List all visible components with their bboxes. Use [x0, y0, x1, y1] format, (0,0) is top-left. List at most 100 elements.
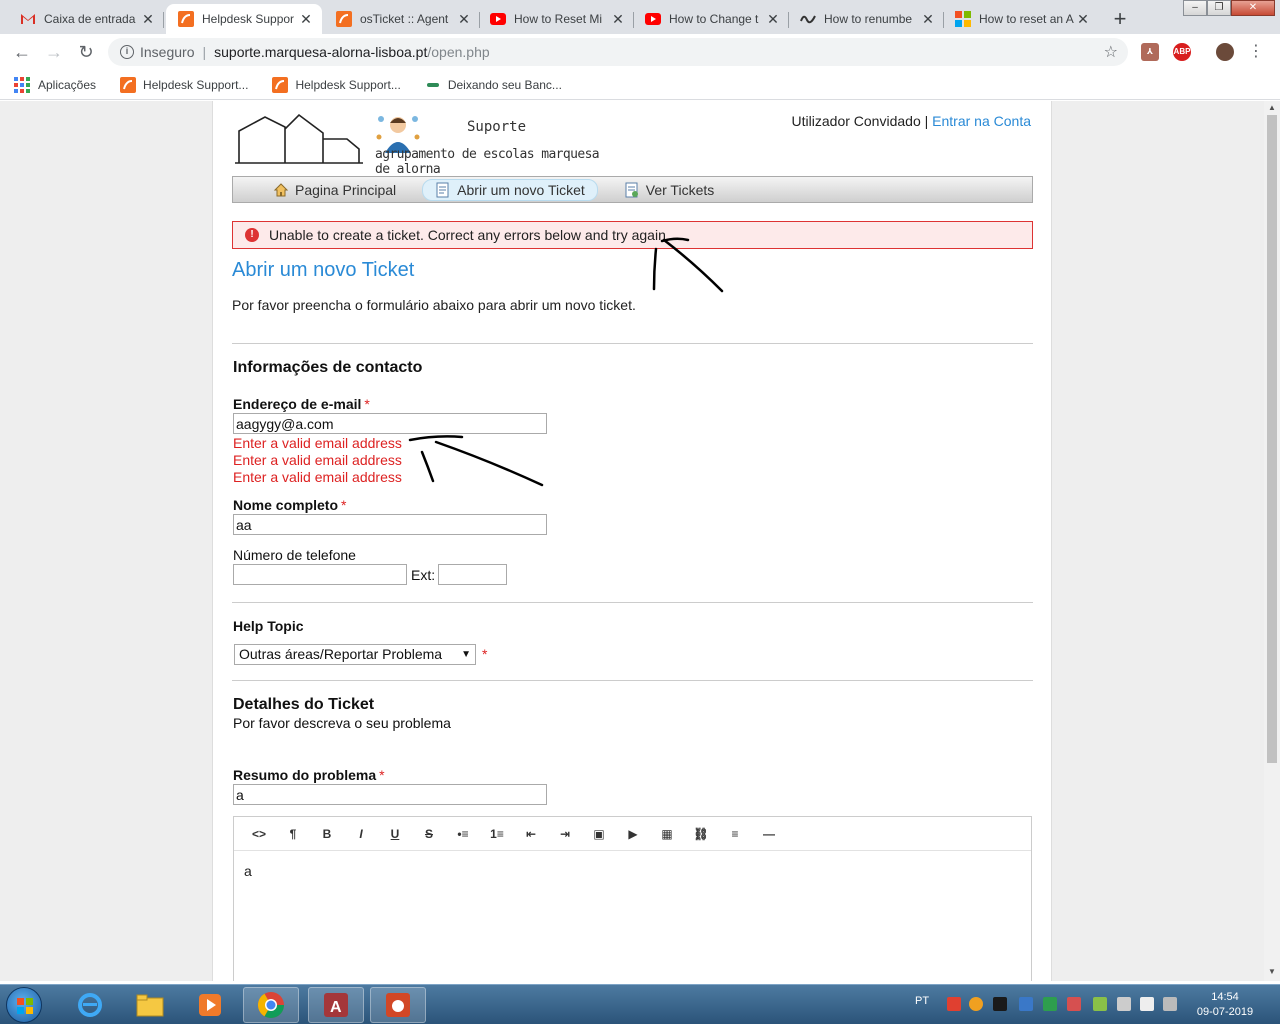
- nav-view-tickets[interactable]: Ver Tickets: [612, 180, 726, 200]
- forward-icon[interactable]: →: [42, 40, 66, 64]
- adblock-extension-icon[interactable]: ABP: [1173, 43, 1191, 61]
- tray-app-icon[interactable]: [969, 997, 983, 1011]
- tray-app-icon[interactable]: [1093, 997, 1107, 1011]
- address-bar[interactable]: i Inseguro | suporte.marquesa-alorna-lis…: [108, 38, 1128, 66]
- taskbar-access[interactable]: A: [308, 987, 364, 1023]
- nav-home[interactable]: Pagina Principal: [261, 180, 408, 200]
- youtube-icon: [490, 11, 506, 27]
- bookmark-helpdesk-2[interactable]: Helpdesk Support...: [272, 76, 401, 93]
- tray-app-icon[interactable]: [993, 997, 1007, 1011]
- new-ticket-icon: [436, 182, 449, 197]
- taskbar-ie[interactable]: [62, 987, 118, 1023]
- paragraph-button[interactable]: ¶: [276, 827, 310, 841]
- editor-body[interactable]: a: [234, 851, 1031, 891]
- bookmark-apps[interactable]: Aplicações: [14, 76, 96, 93]
- ext-field[interactable]: [438, 564, 507, 585]
- tab-helpdesk-active[interactable]: Helpdesk Suppor ✕: [166, 4, 322, 34]
- security-shield-icon[interactable]: [1043, 997, 1057, 1011]
- bookmark-helpdesk-1[interactable]: Helpdesk Support...: [120, 76, 248, 93]
- close-icon[interactable]: ✕: [1075, 11, 1091, 28]
- site-logo[interactable]: Suporte agrupamento de escolas marquesa …: [235, 109, 615, 177]
- taskbar-powerpoint[interactable]: [370, 987, 426, 1023]
- bookmark-star-icon[interactable]: ☆: [1104, 42, 1118, 62]
- help-topic-select[interactable]: Outras áreas/Reportar Problema ▼: [234, 644, 476, 665]
- tab-youtube-1[interactable]: How to Reset Mi ✕: [478, 4, 634, 34]
- menu-dots-icon[interactable]: ⋮: [1244, 40, 1268, 64]
- page-scrollbar[interactable]: ▲ ▼: [1264, 101, 1280, 981]
- tray-app-icon[interactable]: [1019, 997, 1033, 1011]
- ms-access-icon: A: [324, 993, 348, 1017]
- new-tab-button[interactable]: +: [1108, 6, 1132, 32]
- scrollbar-thumb[interactable]: [1267, 115, 1277, 763]
- tickets-icon: [625, 182, 638, 197]
- close-icon[interactable]: ✕: [298, 11, 314, 28]
- reload-icon[interactable]: ↻: [74, 40, 98, 64]
- scroll-down-icon[interactable]: ▼: [1268, 967, 1276, 976]
- language-indicator[interactable]: PT: [915, 995, 929, 1007]
- window-close-button[interactable]: ✕: [1231, 0, 1275, 16]
- volume-icon[interactable]: [1117, 997, 1131, 1011]
- email-field[interactable]: [233, 413, 547, 434]
- bold-button[interactable]: B: [310, 827, 344, 841]
- align-button[interactable]: ≡: [718, 827, 752, 841]
- security-label: Inseguro: [140, 44, 195, 60]
- taskbar-explorer[interactable]: [122, 987, 178, 1023]
- tab-title: How to reset an A: [979, 12, 1074, 26]
- tab-youtube-2[interactable]: How to Change t ✕: [633, 4, 789, 34]
- back-icon[interactable]: ←: [10, 40, 34, 64]
- tab-renumber[interactable]: How to renumbe ✕: [788, 4, 944, 34]
- nav-label: Pagina Principal: [295, 181, 397, 198]
- system-clock[interactable]: 14:54 09-07-2019: [1190, 990, 1260, 1020]
- full-name-field[interactable]: [233, 514, 547, 535]
- italic-button[interactable]: I: [344, 827, 378, 841]
- pdf-extension-icon[interactable]: ⅄: [1141, 43, 1159, 61]
- tray-app-icon[interactable]: [947, 997, 961, 1011]
- numbered-list-button[interactable]: 1≡: [480, 827, 514, 841]
- info-icon[interactable]: i: [120, 45, 134, 59]
- tray-app-icon[interactable]: [1067, 997, 1081, 1011]
- video-button[interactable]: ▶: [616, 827, 650, 841]
- image-button[interactable]: ▣: [582, 827, 616, 841]
- outdent-button[interactable]: ⇤: [514, 827, 548, 841]
- indent-button[interactable]: ⇥: [548, 827, 582, 841]
- underline-button[interactable]: U: [378, 827, 412, 841]
- html-toggle-button[interactable]: <>: [242, 827, 276, 841]
- link-button[interactable]: ⛓: [684, 827, 718, 841]
- clock-time: 14:54: [1211, 991, 1239, 1003]
- restore-button[interactable]: ❐: [1207, 0, 1231, 16]
- horizontal-rule-button[interactable]: —: [752, 827, 786, 841]
- close-icon[interactable]: ✕: [610, 11, 626, 28]
- taskbar-media-player[interactable]: [182, 987, 238, 1023]
- bookmark-label: Deixando seu Banc...: [447, 77, 562, 92]
- close-icon[interactable]: ✕: [456, 11, 472, 28]
- bullet-list-button[interactable]: •≡: [446, 827, 480, 841]
- editor-toolbar: <> ¶ B I U S •≡ 1≡ ⇤ ⇥ ▣ ▶ ▦ ⛓ ≡ —: [234, 817, 1031, 851]
- minimize-button[interactable]: –: [1183, 0, 1207, 16]
- window-controls: – ❐ ✕: [1183, 0, 1275, 16]
- close-icon[interactable]: ✕: [140, 11, 156, 28]
- start-button[interactable]: [6, 987, 42, 1023]
- bookmark-bank[interactable]: Deixando seu Banc...: [425, 77, 562, 93]
- taskbar-chrome[interactable]: [243, 987, 299, 1023]
- summary-field[interactable]: [233, 784, 547, 805]
- user-info: Utilizador Convidado | Entrar na Conta: [791, 113, 1031, 129]
- email-error: Enter a valid email address: [233, 452, 402, 468]
- page-container: Suporte agrupamento de escolas marquesa …: [212, 101, 1052, 981]
- tab-gmail[interactable]: Caixa de entrada ✕: [8, 4, 164, 34]
- strikethrough-button[interactable]: S: [412, 827, 446, 841]
- phone-field[interactable]: [233, 564, 407, 585]
- flag-icon[interactable]: [1140, 997, 1154, 1011]
- tab-osticket-agent[interactable]: osTicket :: Agent ✕: [324, 4, 480, 34]
- avatar[interactable]: [1216, 43, 1234, 61]
- table-button[interactable]: ▦: [650, 827, 684, 841]
- nav-new-ticket[interactable]: Abrir um novo Ticket: [422, 178, 598, 201]
- tab-microsoft[interactable]: How to reset an A ✕: [943, 4, 1099, 34]
- scroll-up-icon[interactable]: ▲: [1268, 103, 1276, 112]
- powerpoint-icon: [386, 993, 410, 1017]
- login-link[interactable]: Entrar na Conta: [932, 113, 1031, 129]
- windows-logo-icon: [17, 998, 33, 1014]
- network-icon[interactable]: [1163, 997, 1177, 1011]
- tab-title: How to renumbe: [824, 12, 913, 26]
- close-icon[interactable]: ✕: [920, 11, 936, 28]
- close-icon[interactable]: ✕: [765, 11, 781, 28]
